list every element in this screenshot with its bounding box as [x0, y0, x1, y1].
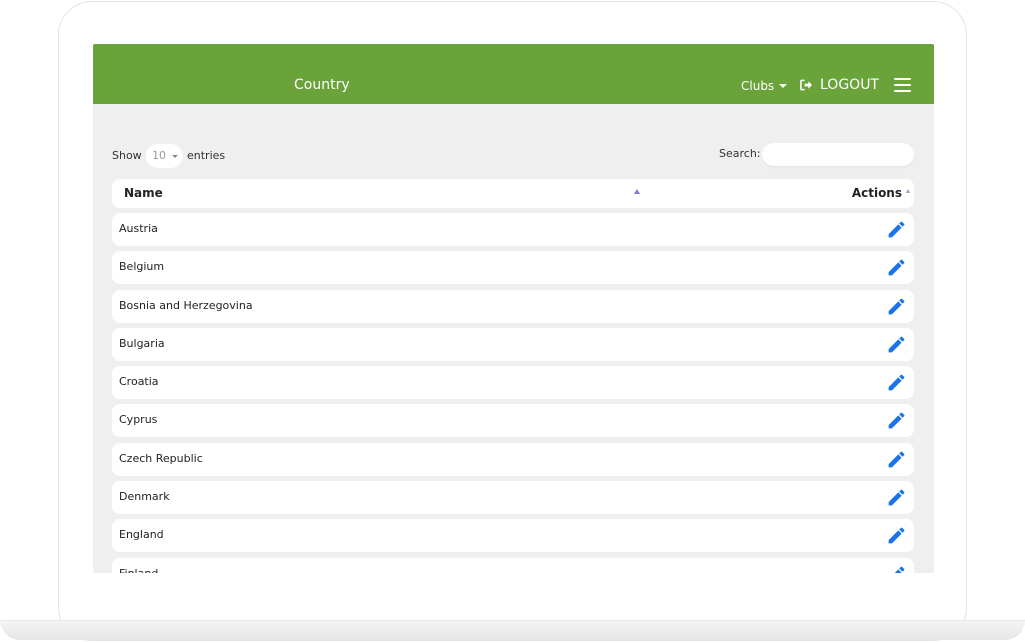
- sort-ascending-icon: [634, 189, 640, 194]
- show-label: Show: [112, 149, 142, 162]
- table-body: Austria Belgium Bosnia and Herzegovina Bulg…: [112, 213, 914, 573]
- pencil-edit-icon[interactable]: [886, 564, 907, 573]
- logout-button[interactable]: LOGOUT: [800, 76, 879, 94]
- table-row: Bosnia and Herzegovina: [112, 289, 914, 323]
- select-caret-icon: [172, 155, 178, 158]
- table-row: Denmark: [112, 481, 914, 515]
- pencil-edit-icon[interactable]: [886, 219, 907, 240]
- table-row: Cyprus: [112, 404, 914, 438]
- pencil-edit-icon[interactable]: [886, 525, 907, 546]
- page-title: Country: [294, 77, 350, 93]
- length-value: 10: [152, 149, 166, 162]
- country-name: Czech Republic: [119, 451, 203, 465]
- country-name: Bulgaria: [119, 336, 165, 350]
- country-name: Belgium: [119, 260, 165, 274]
- pencil-edit-icon[interactable]: [886, 296, 907, 317]
- country-name: Austria: [119, 222, 158, 235]
- pencil-edit-icon[interactable]: [886, 372, 907, 393]
- search-input[interactable]: [762, 143, 914, 166]
- laptop-base: [0, 620, 1025, 640]
- search-label: Search:: [719, 147, 761, 160]
- table-row: Czech Republic: [112, 442, 914, 476]
- table-row: Finland: [112, 557, 914, 573]
- app-screen: Country Clubs LOGOUT Show 10 entries Sea…: [93, 44, 934, 573]
- country-name: Cyprus: [119, 413, 158, 427]
- pencil-edit-icon[interactable]: [886, 257, 907, 278]
- table-row: Austria: [112, 213, 914, 246]
- table-row: Belgium: [112, 251, 914, 285]
- table-row: England: [112, 519, 914, 553]
- column-header-name[interactable]: Name: [124, 186, 163, 200]
- country-name: England: [119, 528, 164, 542]
- column-header-actions[interactable]: Actions: [852, 186, 902, 200]
- sign-out-icon: [800, 79, 813, 91]
- country-name: Finland: [119, 567, 158, 573]
- country-name: Croatia: [119, 375, 159, 389]
- logout-label: LOGOUT: [820, 77, 879, 93]
- chevron-down-icon: [779, 84, 788, 88]
- pencil-edit-icon[interactable]: [886, 487, 907, 508]
- navbar: Country Clubs LOGOUT: [93, 44, 934, 104]
- clubs-dropdown[interactable]: Clubs: [741, 78, 788, 94]
- country-name: Bosnia and Herzegovina: [119, 298, 253, 312]
- pencil-edit-icon[interactable]: [886, 449, 907, 470]
- table-row: Croatia: [112, 366, 914, 400]
- pencil-edit-icon[interactable]: [886, 410, 907, 431]
- pencil-edit-icon[interactable]: [886, 334, 907, 355]
- country-name: Denmark: [119, 490, 170, 504]
- entries-length-select[interactable]: 10: [146, 144, 183, 168]
- clubs-label: Clubs: [741, 79, 775, 93]
- entries-label: entries: [187, 149, 226, 162]
- hamburger-menu-icon[interactable]: [894, 78, 911, 92]
- table-row: Bulgaria: [112, 327, 914, 361]
- sort-icon: [906, 189, 910, 193]
- table-header: Name Actions: [112, 179, 914, 208]
